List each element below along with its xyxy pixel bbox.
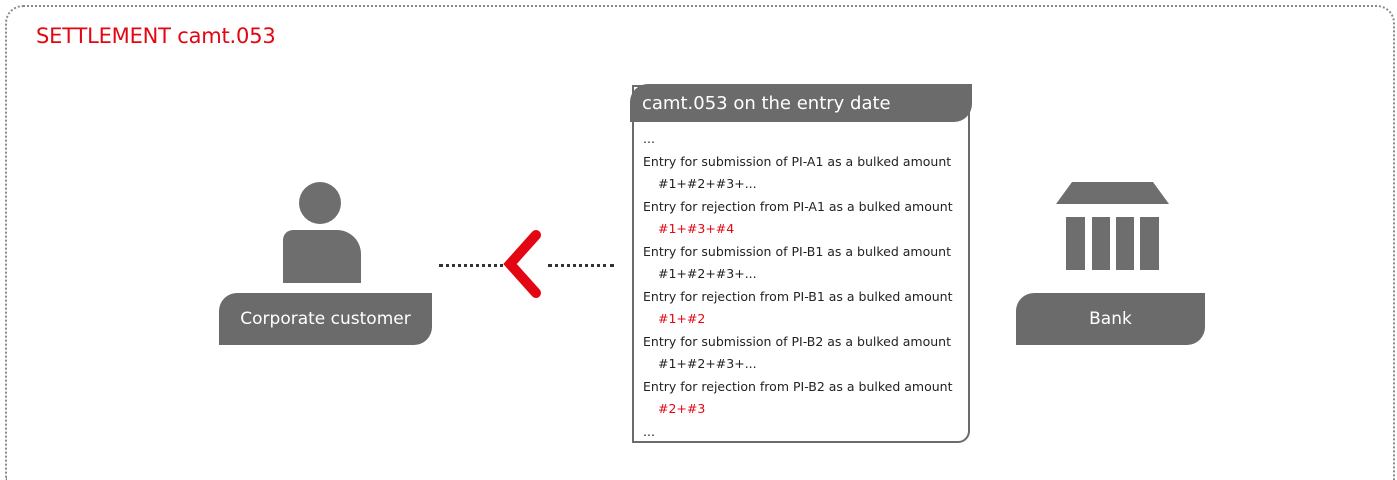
bank-icon [1056,182,1169,270]
bank-label: Bank [1089,309,1132,329]
corporate-customer-box: Corporate customer [219,293,432,345]
statement-amount-highlight: #2+#3 [658,401,706,416]
statement-amount-highlight: #1+#3+#4 [658,221,735,236]
section-title: SETTLEMENT camt.053 [36,24,276,48]
statement-entry: Entry for rejection from PI-A1 as a bulk… [643,198,953,214]
statement-amount: #1+#2+#3+... [658,356,757,371]
bank-box: Bank [1016,293,1205,345]
statement-entry: Entry for rejection from PI-B2 as a bulk… [643,378,953,394]
statement-entry: ... [643,423,655,439]
statement-entry: Entry for submission of PI-B1 as a bulke… [643,243,951,259]
statement-amount-highlight: #1+#2 [658,311,706,326]
flow-dots-right [548,264,614,267]
person-icon [283,182,361,283]
statement-entry: Entry for submission of PI-B2 as a bulke… [643,333,951,349]
statement-entry: Entry for rejection from PI-B1 as a bulk… [643,288,953,304]
flow-dots-left [439,264,511,267]
statement-entry: ... [643,131,655,146]
statement-amount: #1+#2+#3+... [658,266,757,281]
statement-title: camt.053 on the entry date [630,84,972,122]
statement-lines: ... Entry for submission of PI-A1 as a bu… [643,128,963,443]
corporate-customer-label: Corporate customer [240,309,411,329]
statement-entry: Entry for submission of PI-A1 as a bulke… [643,153,952,169]
statement-amount: #1+#2+#3+... [658,176,757,191]
chevron-left-icon [503,230,541,298]
statement-title-text: camt.053 on the entry date [642,92,891,114]
